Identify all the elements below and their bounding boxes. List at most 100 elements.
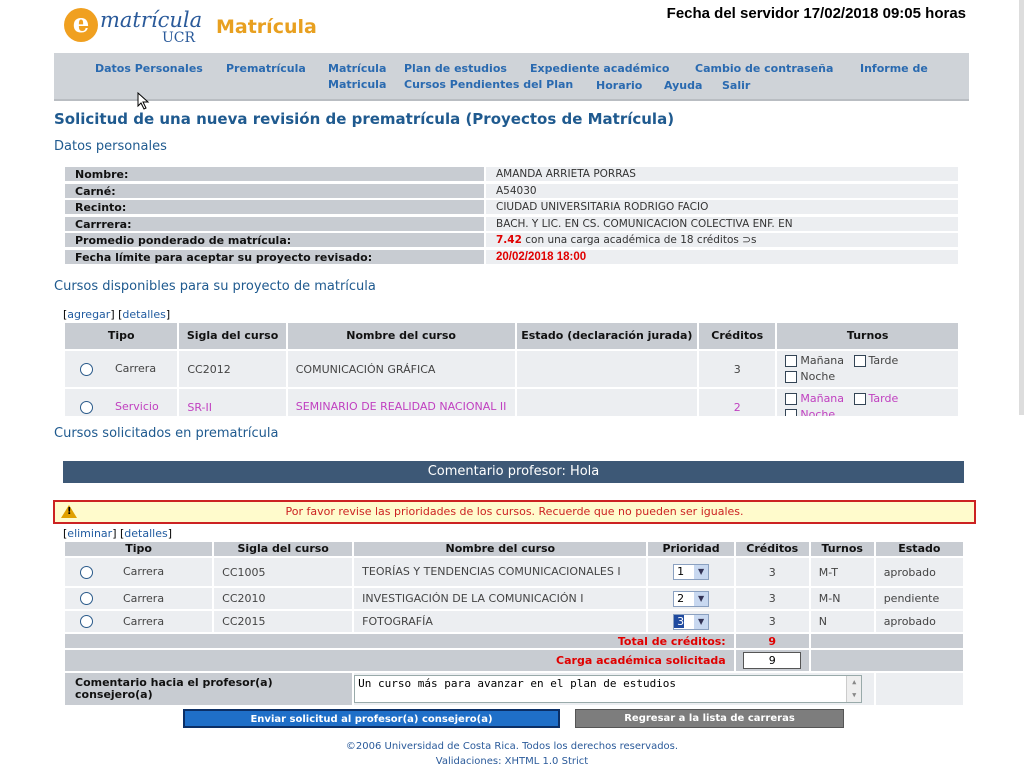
- turno-label: Tarde: [868, 354, 899, 367]
- checkbox-noche[interactable]: [785, 371, 798, 383]
- personal-label: Nombre:: [65, 167, 484, 182]
- load-filler: [810, 650, 963, 671]
- chevron-down-icon: ▼: [694, 565, 709, 579]
- mouse-cursor-icon: [137, 92, 150, 110]
- requested-courses-table: Tipo Sigla del curso Nombre del curso Pr…: [63, 540, 965, 707]
- personal-value: AMANDA ARRIETA PORRAS: [486, 167, 958, 182]
- load-input[interactable]: 9: [743, 652, 802, 669]
- tipo-cell: Carrera: [65, 588, 213, 609]
- turno-label: Mañana: [800, 392, 845, 405]
- table-row: Carrera CC2015 FOTOGRAFÍA 3 ▼ 3 N aprobad…: [65, 611, 963, 632]
- turnos-cell: Mañana Tarde Noche: [777, 389, 958, 416]
- app-title: Matrícula: [216, 16, 317, 38]
- total-filler: [810, 634, 963, 648]
- requested-details-link[interactable]: detalles: [124, 527, 167, 540]
- nav-informe[interactable]: Informe de: [860, 62, 928, 75]
- available-links: [agregar] [detalles]: [63, 308, 171, 321]
- back-to-careers-button[interactable]: Regresar a la lista de carreras: [575, 709, 844, 728]
- nav-matricula[interactable]: Matrícula: [328, 62, 386, 75]
- nav-cambio-contrasena[interactable]: Cambio de contraseña: [695, 62, 833, 75]
- server-time: Fecha del servidor 17/02/2018 09:05 hora…: [666, 5, 966, 22]
- nav-horario[interactable]: Horario: [596, 79, 642, 92]
- delete-link[interactable]: eliminar: [67, 527, 112, 540]
- tipo-text: Carrera: [123, 565, 165, 579]
- prioridad-cell: 3 ▼: [648, 611, 734, 632]
- col-header: Créditos: [735, 542, 809, 556]
- turno-label: Mañana: [800, 354, 845, 367]
- nav-cursos-pendientes[interactable]: Cursos Pendientes del Plan: [404, 78, 573, 91]
- personal-value: CIUDAD UNIVERSITARIA RODRIGO FACIO: [486, 200, 958, 215]
- checkbox-tarde[interactable]: [853, 393, 866, 405]
- nombre-cell: TEORÍAS Y TENDENCIAS COMUNICACIONALES I: [354, 558, 647, 586]
- nombre-cell: SEMINARIO DE REALIDAD NACIONAL II: [287, 389, 515, 416]
- nav-plan-estudios[interactable]: Plan de estudios: [404, 62, 507, 75]
- send-request-button[interactable]: Enviar solicitud al profesor(a) consejer…: [183, 709, 560, 728]
- creditos-cell: 3: [735, 558, 809, 586]
- page-title: Solicitud de una nueva revisión de prema…: [54, 110, 675, 128]
- select-radio[interactable]: [80, 592, 93, 606]
- requested-heading: Cursos solicitados en prematrícula: [54, 426, 279, 441]
- nav-salir[interactable]: Salir: [722, 79, 750, 92]
- nav-expediente[interactable]: Expediente académico: [530, 62, 669, 75]
- nav-informe-matricula[interactable]: Matricula: [328, 78, 386, 91]
- warning-text: Por favor revise las prioridades de los …: [285, 505, 744, 518]
- available-table-viewport[interactable]: Tipo Sigla del curso Nombre del curso Es…: [63, 321, 960, 416]
- select-radio[interactable]: [80, 615, 93, 629]
- deadline-value: 20/02/2018 18:00: [486, 249, 958, 265]
- table-row: Servicio SR-II SEMINARIO DE REALIDAD NAC…: [65, 389, 958, 416]
- estado-cell: pendiente: [875, 588, 963, 609]
- page-scrollbar[interactable]: [1019, 0, 1024, 415]
- priority-select[interactable]: 3 ▼: [673, 613, 710, 630]
- sigla-cell: CC2012: [179, 351, 286, 387]
- creditos-cell: 2: [699, 389, 776, 416]
- checkbox-tarde[interactable]: [853, 355, 866, 367]
- personal-value: A54030: [486, 183, 958, 199]
- col-header: Turnos: [810, 542, 874, 556]
- comment-row: Comentario hacia el profesor(a) consejer…: [65, 673, 963, 705]
- select-radio[interactable]: [80, 400, 93, 414]
- available-details-link[interactable]: detalles: [122, 308, 165, 321]
- available-courses-table: Tipo Sigla del curso Nombre del curso Es…: [63, 321, 960, 416]
- tipo-cell: Carrera: [65, 611, 213, 632]
- turnos-cell: N: [810, 611, 874, 632]
- nombre-cell: FOTOGRAFÍA: [354, 611, 647, 632]
- turnos-cell: M-T: [810, 558, 874, 586]
- select-radio[interactable]: [80, 362, 93, 376]
- nav-ayuda[interactable]: Ayuda: [664, 79, 702, 92]
- load-row: Carga académica solicitada 9: [65, 650, 963, 671]
- personal-row: Carné: A54030: [65, 183, 958, 200]
- priority-value: 3: [674, 614, 685, 628]
- requested-links: [eliminar] [detalles]: [63, 527, 172, 540]
- footer-validation[interactable]: Validaciones: XHTML 1.0 Strict: [0, 756, 1024, 767]
- col-header: Estado (declaración jurada): [516, 323, 698, 349]
- priority-select[interactable]: 2 ▼: [673, 590, 710, 607]
- nav-prematricula[interactable]: Prematrícula: [226, 62, 306, 75]
- checkbox-manana[interactable]: [785, 355, 798, 367]
- personal-row: Recinto: CIUDAD UNIVERSITARIA RODRIGO FA…: [65, 200, 958, 216]
- nav-datos-personales[interactable]: Datos Personales: [95, 62, 203, 75]
- personal-heading: Datos personales: [54, 139, 167, 154]
- turnos-cell: Mañana Tarde Noche: [777, 351, 958, 387]
- textarea-scrollbar[interactable]: ▲ ▼: [846, 676, 862, 702]
- main-nav: Datos Personales Prematrícula Matrícula …: [54, 53, 969, 101]
- creditos-cell: 3: [699, 351, 776, 387]
- col-header: Turnos: [777, 323, 958, 349]
- checkbox-manana[interactable]: [785, 393, 798, 405]
- estado-cell: aprobado: [875, 558, 963, 586]
- comment-textarea[interactable]: Un curso más para avanzar en el plan de …: [354, 675, 863, 703]
- personal-label: Carné:: [65, 183, 484, 199]
- checkbox-noche[interactable]: [785, 409, 798, 416]
- logo-word: matrícula: [100, 8, 203, 32]
- table-row: Carrera CC2010 INVESTIGACIÓN DE LA COMUN…: [65, 588, 963, 609]
- available-heading: Cursos disponibles para su proyecto de m…: [54, 279, 376, 294]
- professor-comment-bar: Comentario profesor: Hola: [63, 461, 964, 483]
- comment-label: Comentario hacia el profesor(a) consejer…: [65, 673, 353, 705]
- col-header: Créditos: [699, 323, 776, 349]
- add-link[interactable]: agregar: [67, 308, 110, 321]
- load-label: Carga académica solicitada: [65, 650, 734, 671]
- personal-data-table: Nombre: AMANDA ARRIETA PORRAS Carné: A54…: [65, 167, 958, 266]
- select-radio[interactable]: [80, 565, 93, 579]
- warning-icon-mark: !: [67, 506, 72, 517]
- estado-cell: aprobado: [875, 611, 963, 632]
- priority-select[interactable]: 1 ▼: [673, 564, 710, 580]
